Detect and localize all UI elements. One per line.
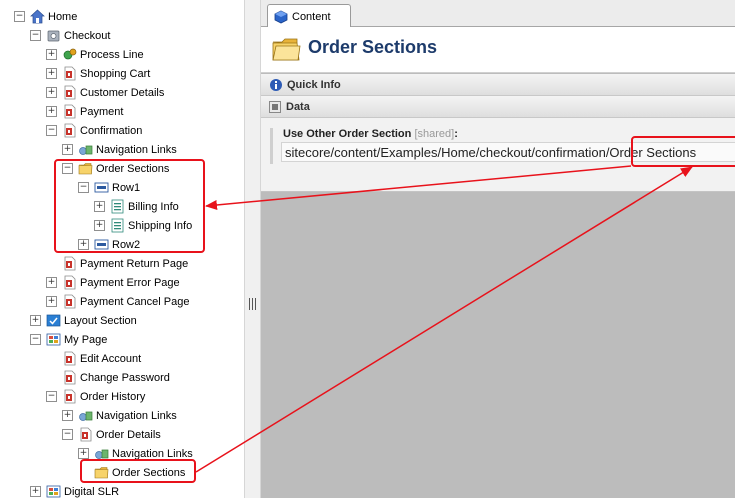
tree-item[interactable]: + Payment Error Page [46,273,180,292]
tree-item[interactable]: − Order Details [62,425,161,444]
document-icon [78,427,93,442]
tree-item-label: Change Password [80,371,170,384]
expand-toggle-icon[interactable]: + [30,486,41,497]
collapse-toggle-icon[interactable]: − [30,30,41,41]
tree-item[interactable]: + Payment [46,102,123,121]
tree-item-label: Order History [80,390,146,403]
navigation-links-icon [78,142,93,157]
tree-item[interactable]: − My Page [30,330,107,349]
tree-item-label: Process Line [80,48,144,61]
cube-icon [274,10,288,23]
tree-item[interactable]: + Navigation Links [62,140,177,159]
expand-toggle-icon[interactable]: + [78,448,89,459]
expand-toggle-icon[interactable]: + [62,144,73,155]
navigation-links-icon [78,408,93,423]
field-label-colon: : [454,128,458,140]
collapse-toggle-icon[interactable]: − [30,334,41,345]
home-icon [30,9,45,24]
tree-item-label: Checkout [64,29,111,42]
tree-item[interactable]: − Order History [46,387,145,406]
layout-section-icon [46,313,61,328]
tree-item[interactable]: − Checkout [30,26,110,45]
field-label-text: Use Other Order Section [283,128,412,140]
callout-field-value [631,136,735,167]
field-marker [270,128,273,164]
grid-page-icon [46,484,61,498]
expand-toggle-icon[interactable]: + [30,315,41,326]
tree-item[interactable]: + Shopping Cart [46,64,150,83]
document-icon [62,104,77,119]
tab-content-label: Content [292,10,331,23]
document-icon [62,370,77,385]
expand-toggle-icon[interactable]: + [46,49,57,60]
tree-item-label: Payment Cancel Page [80,295,190,308]
tree-item[interactable]: + Payment Cancel Page [46,292,189,311]
item-header: Order Sections [261,27,735,73]
tree-item-label: Navigation Links [112,447,193,460]
item-title: Order Sections [308,37,438,57]
tree-item-label: Digital SLR [64,485,120,498]
document-icon [62,85,77,100]
tree-item-label: Order Details [96,428,161,441]
tree-item-label: Edit Account [80,352,142,365]
expand-toggle-icon[interactable]: + [46,68,57,79]
callout-tree-order-sections [54,159,205,253]
document-icon [62,294,77,309]
expand-toggle-icon[interactable]: + [46,277,57,288]
tree-item[interactable]: + Customer Details [46,83,164,102]
document-icon [62,275,77,290]
field-label: Use Other Order Section [shared]: [283,128,458,140]
data-section-label: Data [286,100,310,113]
tree-item[interactable]: Edit Account [46,349,141,368]
collapse-toggle-icon[interactable]: − [62,429,73,440]
info-icon [270,78,282,91]
tree-item-label: Layout Section [64,314,137,327]
tree-item[interactable]: + Digital SLR [30,482,119,498]
data-section-header[interactable]: Data [261,96,735,118]
document-icon [62,123,77,138]
callout-tree-order-sections-lower [80,459,196,483]
tab-content[interactable]: Content [267,4,351,28]
tree-item-label: Payment Return Page [80,257,189,270]
document-icon [62,351,77,366]
splitter-grip-icon[interactable] [249,298,256,310]
tab-strip: Content [261,0,735,28]
expand-toggle-icon[interactable]: + [46,296,57,307]
grid-page-icon [46,332,61,347]
tree-item[interactable]: + Layout Section [30,311,137,330]
process-gear-icon [62,47,77,62]
tree-item[interactable]: + Navigation Links [62,406,177,425]
quick-info-section[interactable]: Quick Info [261,74,735,96]
tree-item-label: Navigation Links [96,143,177,156]
tree-item[interactable]: − Home [14,7,77,26]
collapse-toggle-icon[interactable]: − [46,391,57,402]
collapse-toggle-icon[interactable]: − [46,125,57,136]
content-editor: Content Order Sections Quick Info Data U… [261,0,735,498]
quick-info-label: Quick Info [287,78,341,91]
pane-splitter[interactable] [244,0,261,498]
tree-item-label: Payment Error Page [80,276,180,289]
field-shared-tag: [shared] [414,128,455,140]
document-icon [62,66,77,81]
tree-item-label: Home [48,10,78,23]
document-icon [62,389,77,404]
tree-item[interactable]: + Process Line [46,45,144,64]
expand-toggle-icon[interactable]: + [62,410,73,421]
tree-item[interactable]: − Confirmation [46,121,142,140]
tree-item-label: Confirmation [80,124,143,137]
document-icon [62,256,77,271]
tree-item-label: Customer Details [80,86,165,99]
expand-toggle-icon[interactable]: + [46,87,57,98]
gear-box-icon [46,28,61,43]
collapse-icon [269,100,281,113]
tree-item-label: Navigation Links [96,409,177,422]
tree-item-label: Shopping Cart [80,67,151,80]
tree-item[interactable]: Payment Return Page [46,254,188,273]
expand-toggle-icon[interactable]: + [46,106,57,117]
tree-item[interactable]: Change Password [46,368,170,387]
tree-item-label: My Page [64,333,108,346]
folder-icon [272,38,301,61]
tree-item-label: Payment [80,105,124,118]
collapse-toggle-icon[interactable]: − [14,11,25,22]
